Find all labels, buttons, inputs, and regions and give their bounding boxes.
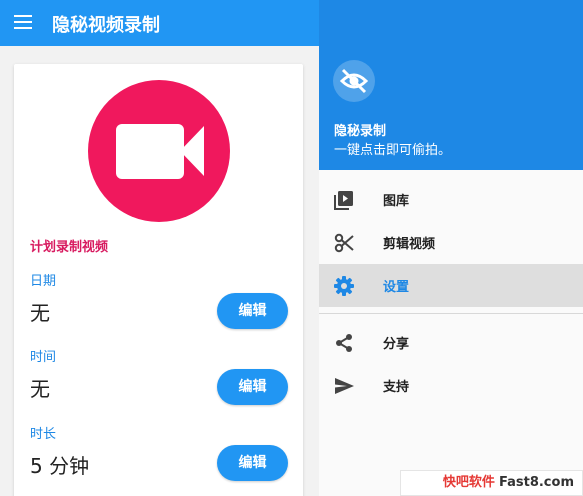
time-label: 时间 — [30, 350, 57, 365]
drawer-item-label: 设置 — [383, 280, 410, 295]
gear-icon — [334, 276, 354, 296]
drawer-title: 隐秘录制 — [334, 124, 387, 139]
edit-duration-button[interactable]: 编辑 — [217, 445, 288, 481]
drawer-item-support[interactable]: 支持 — [319, 364, 583, 407]
schedule-card: 计划录制视频 日期 无 编辑 时间 无 编辑 时长 5 分钟 编辑 — [14, 64, 303, 496]
share-icon — [336, 334, 352, 352]
section-title: 计划录制视频 — [30, 240, 109, 255]
drawer-item-label: 支持 — [383, 380, 410, 395]
drawer-header: 隐秘录制 一键点击即可偷拍。 — [319, 0, 583, 170]
drawer-item-label: 剪辑视频 — [383, 237, 436, 252]
send-icon — [335, 378, 354, 394]
watermark: 快吧软件 Fast8.com — [400, 470, 583, 496]
watermark-domain: Fast8.com — [498, 475, 574, 490]
edit-date-button[interactable]: 编辑 — [217, 293, 288, 329]
watermark-site-name: 快吧软件 — [442, 475, 495, 490]
duration-label: 时长 — [30, 427, 57, 442]
time-value: 无 — [30, 377, 50, 401]
edit-time-button[interactable]: 编辑 — [217, 369, 288, 405]
drawer-divider — [319, 313, 583, 314]
date-value: 无 — [30, 301, 50, 325]
hamburger-menu-icon[interactable] — [14, 15, 32, 29]
eye-off-icon — [333, 60, 375, 102]
drawer-item-edit-video[interactable]: 剪辑视频 — [319, 221, 583, 264]
date-label: 日期 — [30, 274, 57, 289]
drawer-item-gallery[interactable]: 图库 — [319, 178, 583, 221]
scissors-icon — [334, 233, 354, 253]
navigation-drawer: 隐秘录制 一键点击即可偷拍。 图库 剪辑视频 设置 分享 支持 — [319, 0, 583, 496]
drawer-subtitle: 一键点击即可偷拍。 — [334, 143, 452, 158]
record-video-button[interactable] — [88, 80, 230, 222]
duration-value: 5 分钟 — [30, 454, 90, 478]
app-title: 隐秘视频录制 — [52, 15, 160, 36]
drawer-item-label: 分享 — [383, 337, 410, 352]
gallery-icon — [334, 191, 353, 210]
drawer-item-label: 图库 — [383, 194, 410, 209]
drawer-item-settings[interactable]: 设置 — [319, 264, 583, 307]
drawer-item-share[interactable]: 分享 — [319, 321, 583, 364]
